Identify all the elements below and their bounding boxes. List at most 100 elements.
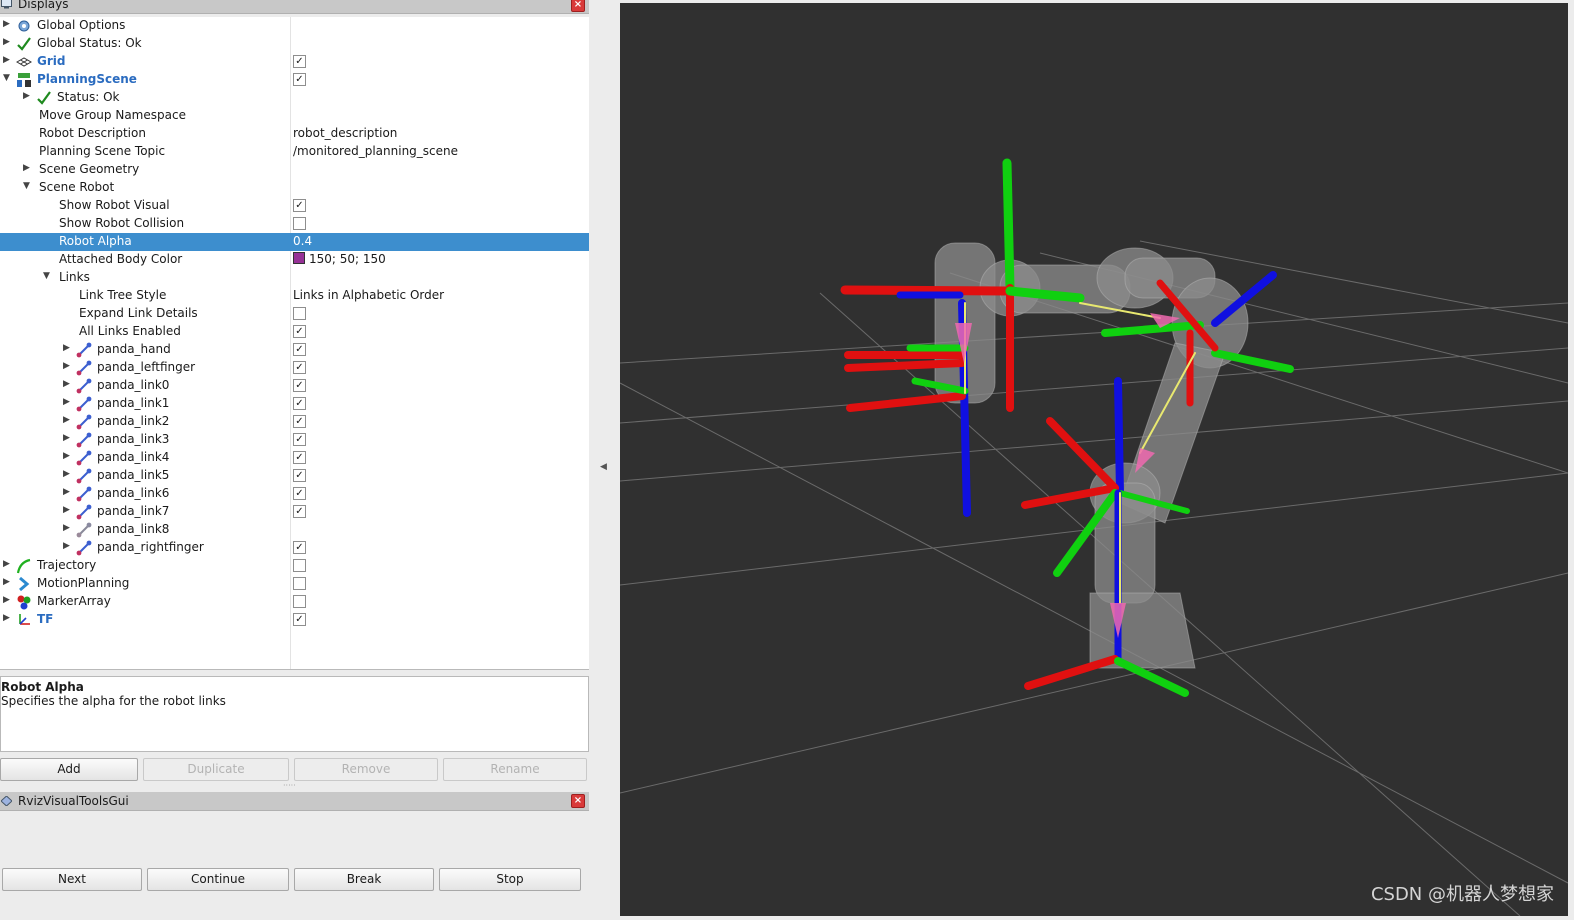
tree-row-attached-body-color[interactable]: Attached Body Color 150; 50; 150 [0, 251, 589, 269]
tree-row-panda-leftfinger[interactable]: ▶ panda_leftfinger ✓ [0, 359, 589, 377]
tree-row-panda-link5[interactable]: ▶ panda_link5 ✓ [0, 467, 589, 485]
stop-button[interactable]: Stop [439, 868, 581, 891]
enabled-checkbox[interactable]: ✓ [293, 73, 306, 86]
expand-right-icon[interactable]: ▶ [3, 595, 13, 605]
expand-right-icon[interactable]: ▶ [63, 541, 73, 551]
tree-row-value[interactable]: 150; 50; 150 [293, 252, 386, 266]
tree-row-value[interactable]: /monitored_planning_scene [293, 144, 458, 158]
scene-canvas[interactable] [620, 3, 1568, 916]
tree-row-global-status-ok[interactable]: ▶ Global Status: Ok [0, 35, 589, 53]
tree-row-panda-link0[interactable]: ▶ panda_link0 ✓ [0, 377, 589, 395]
enabled-checkbox[interactable]: ✓ [293, 469, 306, 482]
tree-row-move-group-namespace[interactable]: Move Group Namespace [0, 107, 589, 125]
tree-row-value[interactable]: 0.4 [293, 234, 312, 248]
collapse-arrow-icon[interactable]: ◀ [600, 462, 607, 472]
expand-right-icon[interactable]: ▶ [23, 91, 33, 101]
enabled-checkbox[interactable]: ✓ [293, 613, 306, 626]
enabled-checkbox[interactable]: ✓ [293, 361, 306, 374]
duplicate-button[interactable]: Duplicate [143, 758, 289, 781]
tree-row-panda-link7[interactable]: ▶ panda_link7 ✓ [0, 503, 589, 521]
panel-splitter[interactable]: ◀ [590, 0, 620, 920]
close-icon[interactable]: × [571, 794, 585, 808]
enabled-checkbox[interactable]: ✓ [293, 415, 306, 428]
tree-row-robot-description[interactable]: Robot Description robot_description [0, 125, 589, 143]
continue-button[interactable]: Continue [147, 868, 289, 891]
tree-row-panda-link2[interactable]: ▶ panda_link2 ✓ [0, 413, 589, 431]
rename-button[interactable]: Rename [443, 758, 587, 781]
expand-right-icon[interactable]: ▶ [63, 523, 73, 533]
expand-right-icon[interactable]: ▶ [63, 379, 73, 389]
tree-row-link-tree-style[interactable]: Link Tree Style Links in Alphabetic Order [0, 287, 589, 305]
tree-row-panda-link3[interactable]: ▶ panda_link3 ✓ [0, 431, 589, 449]
tree-row-tf[interactable]: ▶ TF ✓ [0, 611, 589, 629]
tree-row-status-ok[interactable]: ▶ Status: Ok [0, 89, 589, 107]
tree-row-show-robot-visual[interactable]: Show Robot Visual ✓ [0, 197, 589, 215]
expand-down-icon[interactable]: ▼ [43, 271, 53, 281]
tree-row-markerarray[interactable]: ▶ MarkerArray [0, 593, 589, 611]
color-swatch[interactable] [293, 252, 305, 264]
enabled-checkbox[interactable]: ✓ [293, 451, 306, 464]
tree-row-robot-alpha[interactable]: Robot Alpha 0.4 [0, 233, 589, 251]
tree-row-panda-link4[interactable]: ▶ panda_link4 ✓ [0, 449, 589, 467]
tree-row-links[interactable]: ▼ Links [0, 269, 589, 287]
tree-row-planning-scene-topic[interactable]: Planning Scene Topic/monitored_planning_… [0, 143, 589, 161]
enabled-checkbox[interactable] [293, 595, 306, 608]
tree-row-panda-link6[interactable]: ▶ panda_link6 ✓ [0, 485, 589, 503]
expand-down-icon[interactable]: ▼ [23, 181, 33, 191]
enabled-checkbox[interactable] [293, 307, 306, 320]
tree-row-motionplanning[interactable]: ▶ MotionPlanning [0, 575, 589, 593]
expand-right-icon[interactable]: ▶ [3, 37, 13, 47]
next-button[interactable]: Next [2, 868, 142, 891]
tree-row-planningscene[interactable]: ▼ PlanningScene ✓ [0, 71, 589, 89]
tree-row-panda-rightfinger[interactable]: ▶ panda_rightfinger ✓ [0, 539, 589, 557]
expand-right-icon[interactable]: ▶ [3, 55, 13, 65]
expand-down-icon[interactable]: ▼ [3, 73, 13, 83]
tree-row-value[interactable]: Links in Alphabetic Order [293, 288, 444, 302]
tree-row-panda-link8[interactable]: ▶ panda_link8 [0, 521, 589, 539]
expand-right-icon[interactable]: ▶ [63, 361, 73, 371]
tree-row-scene-robot[interactable]: ▼ Scene Robot [0, 179, 589, 197]
tree-row-expand-link-details[interactable]: Expand Link Details [0, 305, 589, 323]
expand-right-icon[interactable]: ▶ [3, 19, 13, 29]
expand-right-icon[interactable]: ▶ [63, 487, 73, 497]
close-icon[interactable]: × [571, 0, 585, 12]
remove-button[interactable]: Remove [294, 758, 438, 781]
tree-row-grid[interactable]: ▶ Grid ✓ [0, 53, 589, 71]
enabled-checkbox[interactable]: ✓ [293, 433, 306, 446]
expand-right-icon[interactable]: ▶ [63, 451, 73, 461]
enabled-checkbox[interactable]: ✓ [293, 487, 306, 500]
tree-row-scene-geometry[interactable]: ▶ Scene Geometry [0, 161, 589, 179]
expand-right-icon[interactable]: ▶ [3, 559, 13, 569]
enabled-checkbox[interactable]: ✓ [293, 55, 306, 68]
expand-right-icon[interactable]: ▶ [63, 397, 73, 407]
break-button[interactable]: Break [294, 868, 434, 891]
enabled-checkbox[interactable]: ✓ [293, 199, 306, 212]
displays-tree[interactable]: ▶ Global Options ▶ Global Status: Ok ▶ Grid ✓ ▼… [0, 17, 589, 670]
expand-right-icon[interactable]: ▶ [63, 415, 73, 425]
enabled-checkbox[interactable]: ✓ [293, 397, 306, 410]
add-button[interactable]: Add [0, 758, 138, 781]
enabled-checkbox[interactable] [293, 577, 306, 590]
expand-right-icon[interactable]: ▶ [63, 433, 73, 443]
expand-right-icon[interactable]: ▶ [63, 505, 73, 515]
tree-row-global-options[interactable]: ▶ Global Options [0, 17, 589, 35]
tree-row-panda-link1[interactable]: ▶ panda_link1 ✓ [0, 395, 589, 413]
enabled-checkbox[interactable] [293, 559, 306, 572]
enabled-checkbox[interactable]: ✓ [293, 379, 306, 392]
3d-viewport[interactable]: CSDN @机器人梦想家 [620, 3, 1568, 916]
tree-row-all-links-enabled[interactable]: All Links Enabled ✓ [0, 323, 589, 341]
tree-row-show-robot-collision[interactable]: Show Robot Collision [0, 215, 589, 233]
tree-row-trajectory[interactable]: ▶ Trajectory [0, 557, 589, 575]
expand-right-icon[interactable]: ▶ [23, 163, 33, 173]
tree-row-value[interactable]: robot_description [293, 126, 397, 140]
enabled-checkbox[interactable]: ✓ [293, 505, 306, 518]
expand-right-icon[interactable]: ▶ [3, 577, 13, 587]
enabled-checkbox[interactable]: ✓ [293, 325, 306, 338]
expand-right-icon[interactable]: ▶ [63, 469, 73, 479]
splitter-handle[interactable]: ····· [283, 782, 303, 790]
enabled-checkbox[interactable] [293, 217, 306, 230]
enabled-checkbox[interactable]: ✓ [293, 541, 306, 554]
expand-right-icon[interactable]: ▶ [3, 613, 13, 623]
tree-row-panda-hand[interactable]: ▶ panda_hand ✓ [0, 341, 589, 359]
expand-right-icon[interactable]: ▶ [63, 343, 73, 353]
